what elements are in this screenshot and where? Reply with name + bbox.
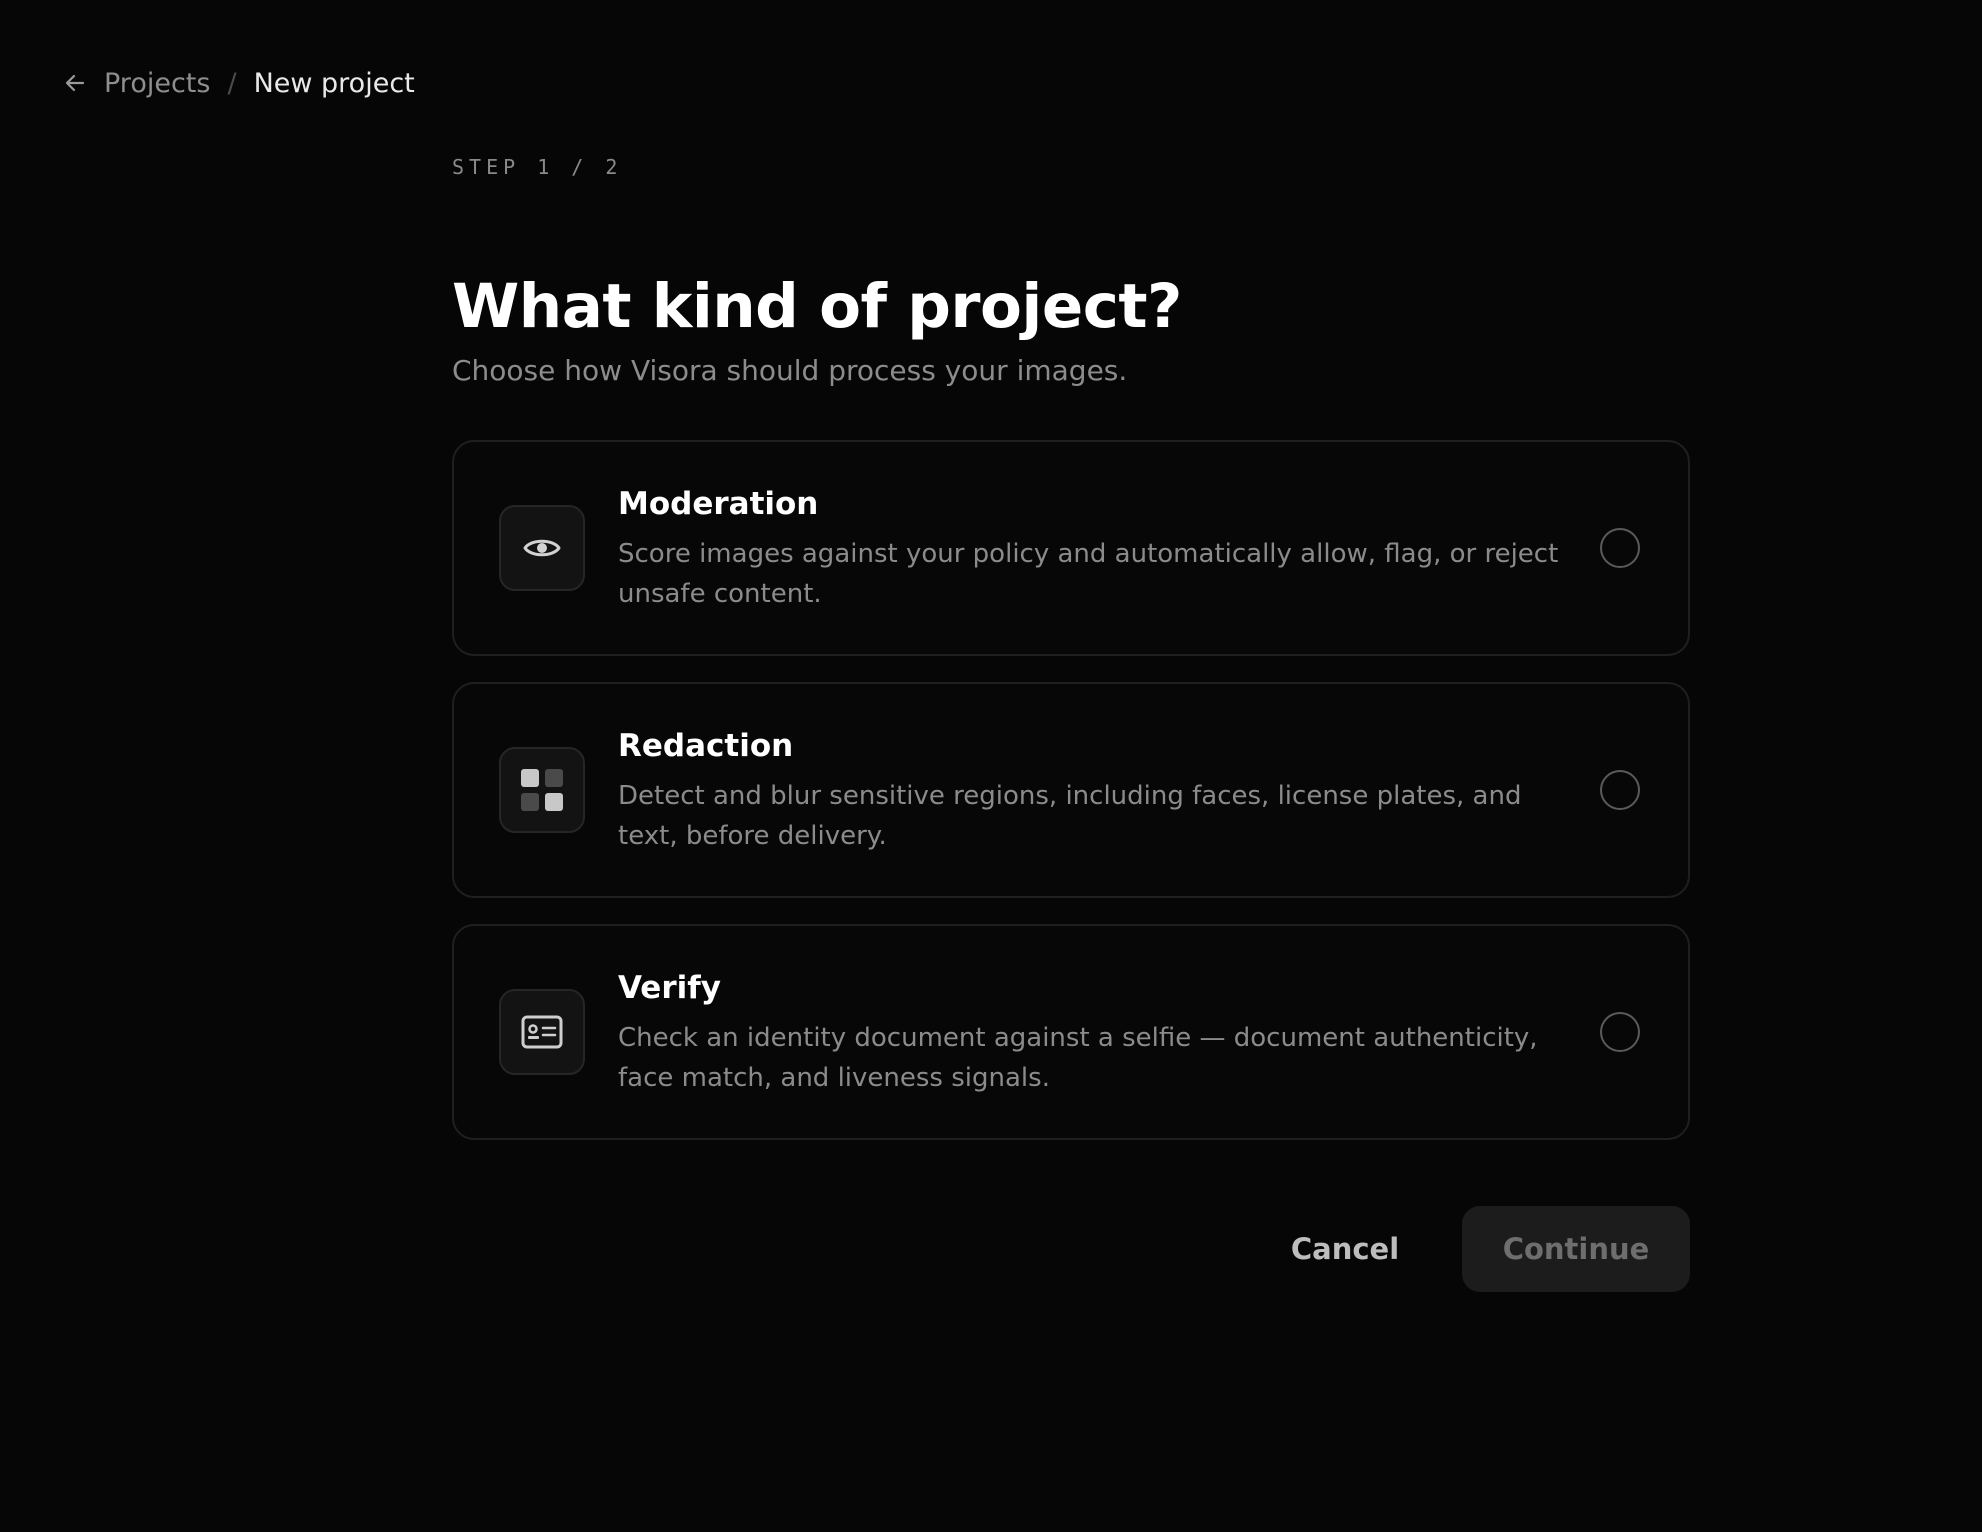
cancel-button[interactable]: Cancel <box>1260 1206 1430 1292</box>
main-content: STEP 1 / 2 What kind of project? Choose … <box>452 150 1690 1140</box>
new-project-page: Projects / New project STEP 1 / 2 What k… <box>0 0 1982 1532</box>
page-title: What kind of project? <box>452 271 1182 342</box>
continue-button[interactable]: Continue <box>1462 1206 1690 1292</box>
breadcrumb-projects-link[interactable]: Projects <box>104 68 210 99</box>
option-description: Detect and blur sensitive regions, inclu… <box>618 781 1522 851</box>
option-card-verify[interactable]: Verify Check an identity document agains… <box>452 924 1690 1140</box>
breadcrumb: Projects / New project <box>62 63 415 103</box>
option-card-redaction[interactable]: Redaction Detect and blur sensitive regi… <box>452 682 1690 898</box>
radio-redaction[interactable] <box>1600 770 1640 810</box>
option-title: Moderation <box>618 486 819 522</box>
eye-icon <box>499 505 585 591</box>
radio-moderation[interactable] <box>1600 528 1640 568</box>
breadcrumb-current: New project <box>253 67 415 99</box>
option-description: Score images against your policy and aut… <box>618 539 1559 609</box>
option-title: Redaction <box>618 728 794 764</box>
id-card-icon <box>499 989 585 1075</box>
option-description: Check an identity document against a sel… <box>618 1023 1538 1093</box>
option-title: Verify <box>618 970 721 1006</box>
form-actions: Cancel Continue <box>1260 1206 1690 1292</box>
page-subtitle: Choose how Visora should process your im… <box>452 354 1128 387</box>
radio-verify[interactable] <box>1600 1012 1640 1052</box>
grid-blocks-icon <box>499 747 585 833</box>
project-type-options: Moderation Score images against your pol… <box>452 440 1690 1166</box>
breadcrumb-separator: / <box>227 67 237 99</box>
step-indicator: STEP 1 / 2 <box>452 155 623 179</box>
arrow-left-icon[interactable] <box>62 70 88 96</box>
option-card-moderation[interactable]: Moderation Score images against your pol… <box>452 440 1690 656</box>
